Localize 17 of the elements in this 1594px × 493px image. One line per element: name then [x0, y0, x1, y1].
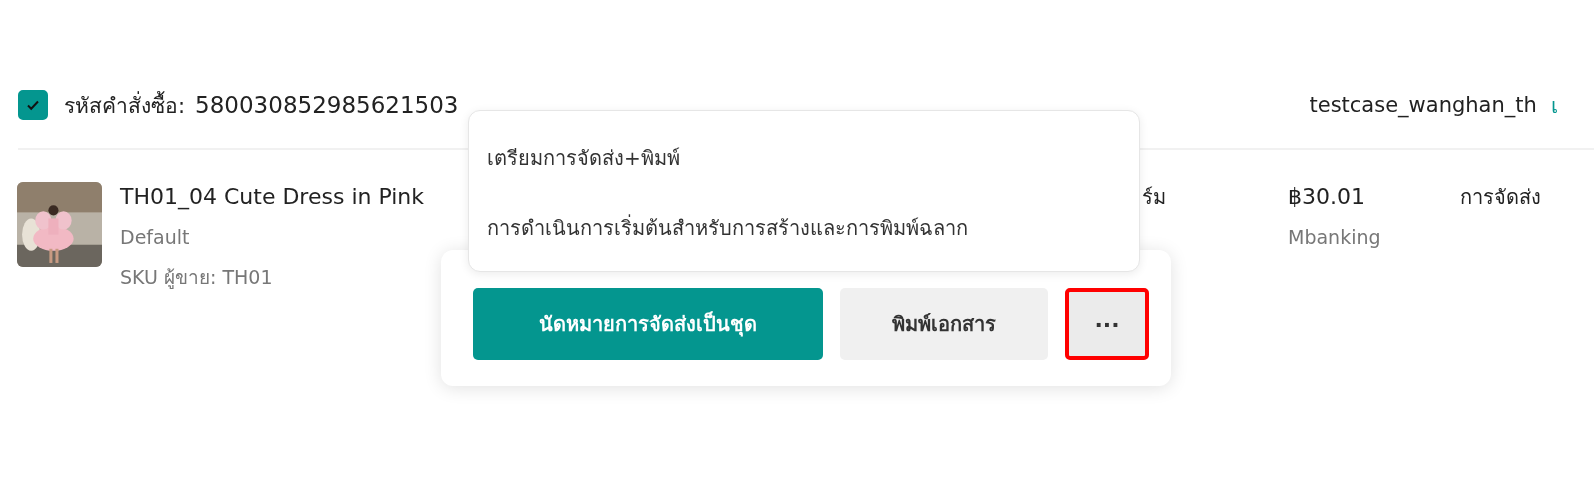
menu-item[interactable]: การดำเนินการเริ่มต้นสำหรับการสร้างและการพิมพ์ฉลาก	[487, 211, 968, 245]
product-variation: Default	[120, 226, 190, 248]
product-name[interactable]: TH01_04 Cute Dress in Pink	[120, 182, 424, 212]
batch-ship-button[interactable]: นัดหมายการจัดส่งเป็นชุด	[473, 288, 823, 360]
menu-item[interactable]: เตรียมการจัดส่ง+พิมพ์	[487, 141, 680, 175]
order-price: ฿30.01	[1288, 183, 1366, 211]
more-button[interactable]: ···	[1065, 288, 1149, 360]
order-id-label: รหัสคำสั่งซื้อ:	[64, 90, 186, 120]
order-id: 580030852985621503	[195, 92, 459, 118]
buyer-name: testcase_wanghan_th	[1309, 93, 1537, 117]
buyer-link[interactable]: เ	[1550, 88, 1558, 122]
print-documents-button[interactable]: พิมพ์เอกสาร	[840, 288, 1048, 360]
seller-sku: SKU ผู้ขาย: TH01	[120, 265, 273, 291]
payment-method: Mbanking	[1288, 226, 1381, 248]
table-cell: ร์ม	[1142, 185, 1166, 209]
checkbox[interactable]	[18, 90, 48, 120]
table-cell: การจัดส่ง	[1460, 185, 1541, 209]
